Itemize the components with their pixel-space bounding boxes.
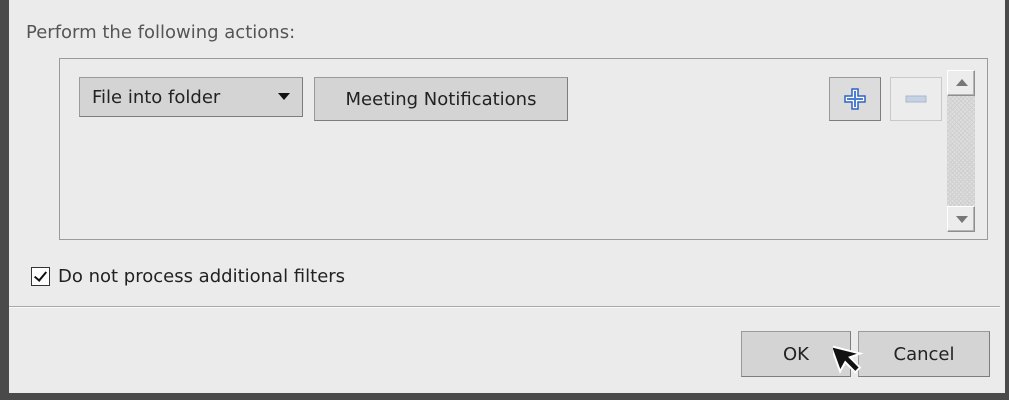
cancel-button-label: Cancel <box>893 343 955 365</box>
action-type-dropdown[interactable]: File into folder <box>79 77 303 117</box>
scroll-up-button[interactable] <box>947 70 975 96</box>
add-action-button[interactable] <box>829 77 881 121</box>
ok-button-label: OK <box>783 343 809 365</box>
window-border-left <box>0 0 9 400</box>
mouse-cursor-icon <box>833 344 864 374</box>
dialog-frame: Perform the following actions: File into… <box>0 0 1009 400</box>
actions-section-label: Perform the following actions: <box>26 22 296 43</box>
action-type-value: File into folder <box>92 86 221 108</box>
chevron-down-icon <box>278 93 290 100</box>
folder-picker-button[interactable]: Meeting Notifications <box>314 77 568 121</box>
stop-processing-option[interactable]: Do not process additional filters <box>31 263 345 289</box>
actions-scrollbar[interactable] <box>947 70 975 232</box>
folder-picker-label: Meeting Notifications <box>345 88 537 110</box>
plus-icon <box>844 88 866 110</box>
minus-icon <box>905 95 927 103</box>
scroll-down-button[interactable] <box>947 206 975 232</box>
window-border-right <box>1005 0 1009 400</box>
remove-action-button[interactable] <box>890 77 942 121</box>
stop-processing-label: Do not process additional filters <box>58 265 346 287</box>
stop-processing-checkbox[interactable] <box>31 266 50 286</box>
window-border-bottom <box>0 393 1009 400</box>
scroll-up-arrow-icon <box>956 79 968 86</box>
footer-divider <box>9 306 1000 308</box>
scroll-down-arrow-icon <box>956 216 968 223</box>
